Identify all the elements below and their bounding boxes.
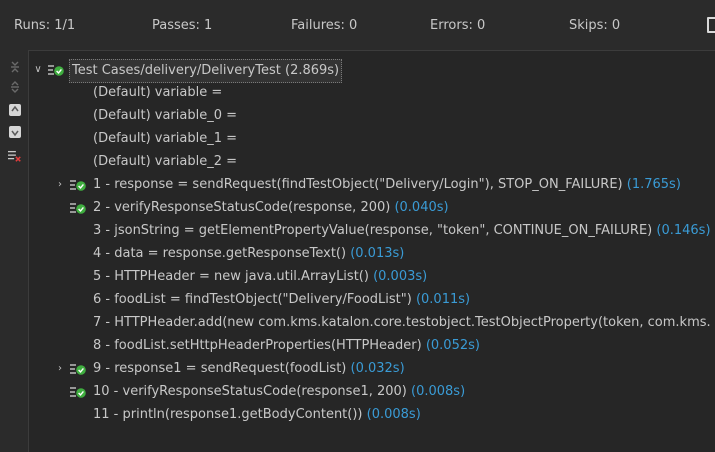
step-label: 9 - response1 = sendRequest(foodList) (0…: [93, 361, 405, 376]
step-row[interactable]: 2 - verifyResponseStatusCode(response, 2…: [29, 197, 715, 219]
step-label: 10 - verifyResponseStatusCode(response1,…: [93, 384, 466, 399]
progress-indicator: [707, 17, 715, 33]
pass-status-icon: [70, 364, 86, 375]
step-row[interactable]: 8 - foodList.setHttpHeaderProperties(HTT…: [93, 335, 480, 357]
pass-status-icon: [48, 65, 64, 76]
chevron-right-icon[interactable]: ›: [55, 174, 65, 196]
step-label: 8 - foodList.setHttpHeaderProperties(HTT…: [93, 338, 480, 353]
errors-count: Errors: 0: [430, 18, 486, 33]
variable-row[interactable]: (Default) variable =: [93, 82, 222, 104]
pass-status-icon: [70, 180, 86, 191]
show-failures-only-icon[interactable]: [8, 149, 22, 163]
step-row[interactable]: › 1 - response = sendRequest(findTestObj…: [29, 174, 715, 196]
step-row[interactable]: 4 - data = response.getResponseText() (0…: [93, 243, 404, 265]
step-label: 5 - HTTPHeader = new java.util.ArrayList…: [93, 269, 428, 284]
variable-row[interactable]: (Default) variable_0 =: [93, 105, 237, 127]
step-row[interactable]: 7 - HTTPHeader.add(new com.kms.katalon.c…: [93, 312, 711, 334]
variable-row[interactable]: (Default) variable_2 =: [93, 151, 237, 173]
skips-count: Skips: 0: [569, 18, 621, 33]
step-label: 6 - foodList = findTestObject("Delivery/…: [93, 292, 471, 307]
collapse-all-icon[interactable]: [8, 60, 22, 74]
step-row[interactable]: 6 - foodList = findTestObject("Delivery/…: [93, 289, 470, 311]
tree-root-label: Test Cases/delivery/DeliveryTest (2.869s…: [69, 59, 343, 83]
step-label: 1 - response = sendRequest(findTestObjec…: [93, 177, 681, 192]
step-row[interactable]: 3 - jsonString = getElementPropertyValue…: [93, 220, 711, 242]
step-label: 4 - data = response.getResponseText() (0…: [93, 246, 405, 261]
runs-count: Runs: 1/1: [14, 18, 76, 33]
variable-label: (Default) variable_0 =: [93, 108, 238, 123]
pass-status-icon: [70, 203, 86, 214]
step-label: 2 - verifyResponseStatusCode(response, 2…: [93, 200, 449, 215]
next-failure-icon[interactable]: [8, 125, 22, 139]
step-label: 3 - jsonString = getElementPropertyValue…: [93, 223, 711, 238]
step-row[interactable]: 11 - println(response1.getBodyContent())…: [93, 404, 421, 426]
step-label: 7 - HTTPHeader.add(new com.kms.katalon.c…: [93, 315, 711, 330]
summary-bar: Runs: 1/1 Passes: 1 Failures: 0 Errors: …: [0, 0, 715, 50]
tree-root-node[interactable]: ∨ Test Cases/delivery/DeliveryTest (2.86…: [29, 59, 689, 83]
pass-status-icon: [70, 387, 86, 398]
step-row[interactable]: 10 - verifyResponseStatusCode(response1,…: [29, 381, 715, 403]
step-row[interactable]: 5 - HTTPHeader = new java.util.ArrayList…: [93, 266, 427, 288]
variable-label: (Default) variable_1 =: [93, 131, 238, 146]
chevron-down-icon[interactable]: ∨: [33, 59, 43, 81]
test-results-tree: ∨ Test Cases/delivery/DeliveryTest (2.86…: [28, 50, 715, 452]
previous-failure-icon[interactable]: [8, 103, 22, 117]
runner-toolbar: [0, 50, 28, 452]
step-row[interactable]: › 9 - response1 = sendRequest(foodList) …: [29, 358, 715, 380]
variable-label: (Default) variable =: [93, 85, 223, 100]
variable-label: (Default) variable_2 =: [93, 154, 238, 169]
chevron-right-icon[interactable]: ›: [55, 358, 65, 380]
failures-count: Failures: 0: [291, 18, 358, 33]
step-label: 11 - println(response1.getBodyContent())…: [93, 407, 421, 422]
variable-row[interactable]: (Default) variable_1 =: [93, 128, 237, 150]
test-runner-window: Runs: 1/1 Passes: 1 Failures: 0 Errors: …: [0, 0, 715, 452]
passes-count: Passes: 1: [152, 18, 213, 33]
expand-all-icon[interactable]: [8, 80, 22, 94]
